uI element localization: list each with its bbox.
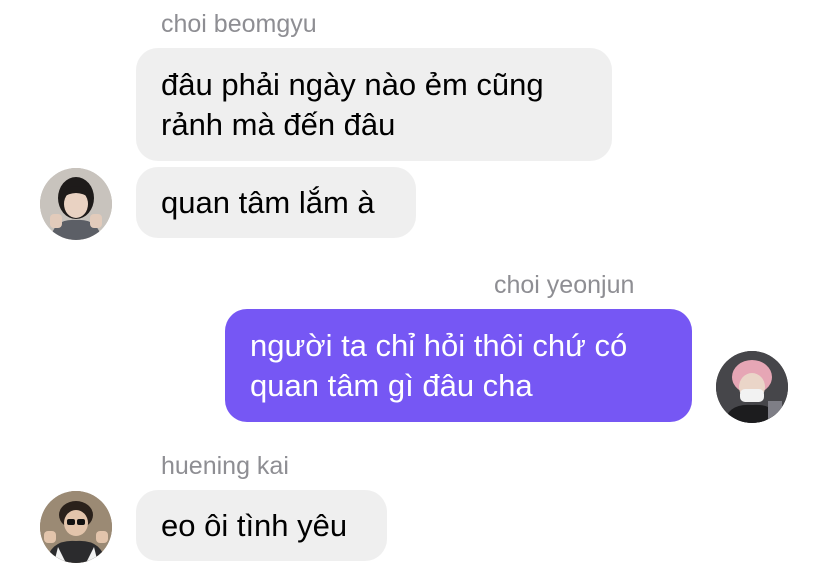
message-bubble[interactable]: eo ôi tình yêu	[136, 490, 387, 561]
message-bubble[interactable]: đâu phải ngày nào ẻm cũng rảnh mà đến đâ…	[136, 48, 612, 161]
sender-name-yeonjun: choi yeonjun	[494, 271, 635, 299]
avatar-beomgyu-icon[interactable]	[40, 168, 112, 240]
avatar-yeonjun-icon[interactable]	[716, 351, 788, 423]
sender-name-beomgyu: choi beomgyu	[161, 10, 317, 38]
message-bubble[interactable]: người ta chỉ hỏi thôi chứ có quan tâm gì…	[225, 309, 692, 422]
sender-name-kai: huening kai	[161, 452, 289, 480]
message-bubble[interactable]: quan tâm lắm à	[136, 167, 416, 238]
avatar-kai-icon[interactable]	[40, 491, 112, 563]
